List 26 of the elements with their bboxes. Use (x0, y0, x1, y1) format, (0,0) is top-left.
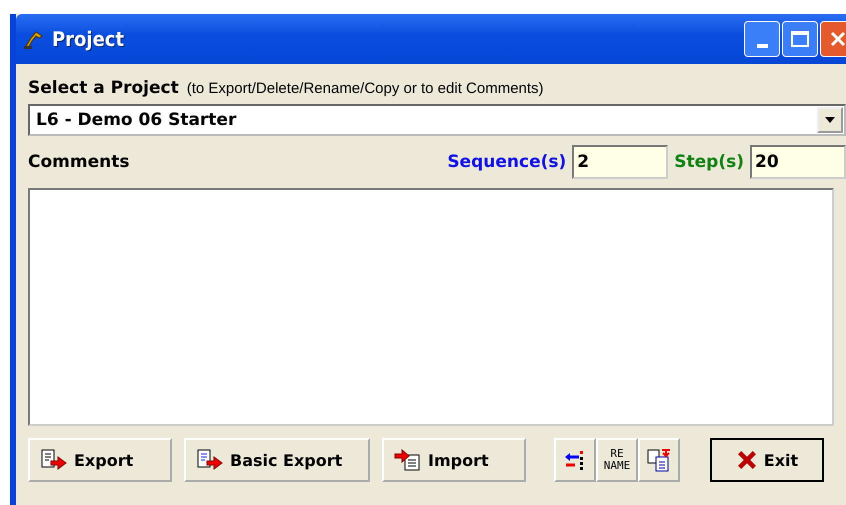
close-button[interactable] (820, 21, 846, 57)
maximize-button[interactable] (782, 21, 818, 57)
sequences-field[interactable]: 2 (572, 145, 668, 179)
document-arrow-icon (40, 448, 68, 472)
window-title: Project (52, 27, 124, 51)
copy-button[interactable] (638, 438, 680, 482)
steps-field[interactable]: 20 (750, 145, 846, 179)
exit-icon (736, 449, 758, 471)
export-button[interactable]: Export (28, 438, 172, 482)
hint-text: (to Export/Delete/Rename/Copy or to edit Comments) (186, 80, 544, 97)
minimize-button[interactable] (744, 21, 780, 57)
comments-field[interactable] (28, 188, 834, 426)
sequences-label: Sequence(s) (447, 152, 566, 172)
import-button[interactable]: Import (382, 438, 526, 482)
steps-label: Step(s) (674, 152, 744, 172)
basic-export-button[interactable]: Basic Export (184, 438, 370, 482)
arrow-button[interactable] (554, 438, 596, 482)
close-icon[interactable] (828, 29, 846, 49)
document-arrow-icon (196, 448, 224, 472)
project-dropdown[interactable]: L6 - Demo 06 Starter (28, 104, 846, 136)
exit-button[interactable]: Exit (710, 438, 824, 482)
copy-icon (646, 448, 672, 472)
field-label: Select a Project (28, 78, 179, 98)
rename-button[interactable]: RE NAME (596, 438, 638, 482)
arrow-document-icon (394, 448, 422, 472)
comments-label: Comments (28, 152, 130, 172)
